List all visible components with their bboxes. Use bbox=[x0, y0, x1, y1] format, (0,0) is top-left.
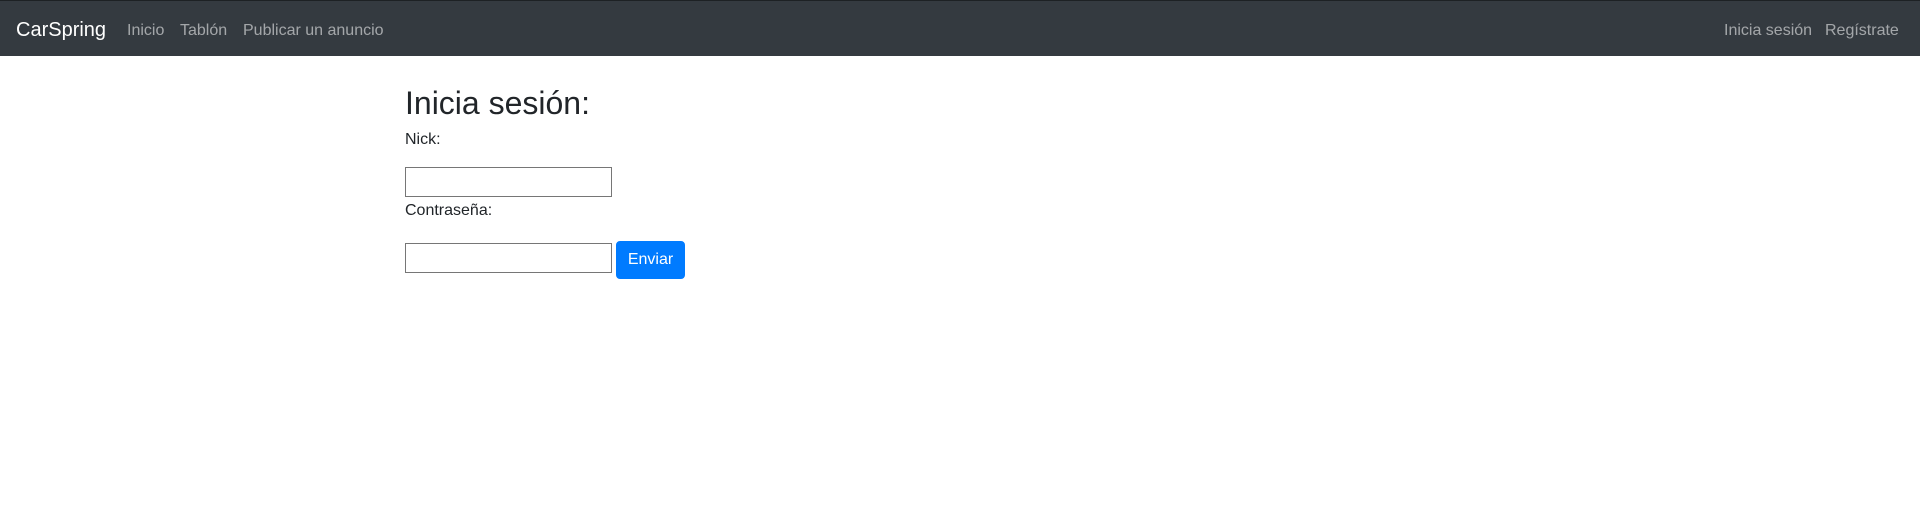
password-input[interactable] bbox=[405, 243, 612, 273]
brand-link[interactable]: CarSpring bbox=[16, 18, 106, 42]
submit-button[interactable]: Enviar bbox=[616, 241, 685, 279]
nick-input[interactable] bbox=[405, 167, 612, 197]
nick-label: Nick: bbox=[405, 131, 441, 148]
nav-link-registrate[interactable]: Regístrate bbox=[1825, 21, 1899, 41]
page-title: Inicia sesión: bbox=[405, 85, 590, 121]
nav-link-publicar-anuncio[interactable]: Publicar un anuncio bbox=[243, 21, 384, 41]
nav-link-tablon[interactable]: Tablón bbox=[180, 21, 227, 41]
nav-link-inicio[interactable]: Inicio bbox=[127, 21, 164, 41]
password-label: Contraseña: bbox=[405, 202, 493, 219]
top-navbar: CarSpring Inicio Tablón Publicar un anun… bbox=[0, 0, 1920, 56]
nav-link-inicia-sesion[interactable]: Inicia sesión bbox=[1724, 21, 1812, 41]
